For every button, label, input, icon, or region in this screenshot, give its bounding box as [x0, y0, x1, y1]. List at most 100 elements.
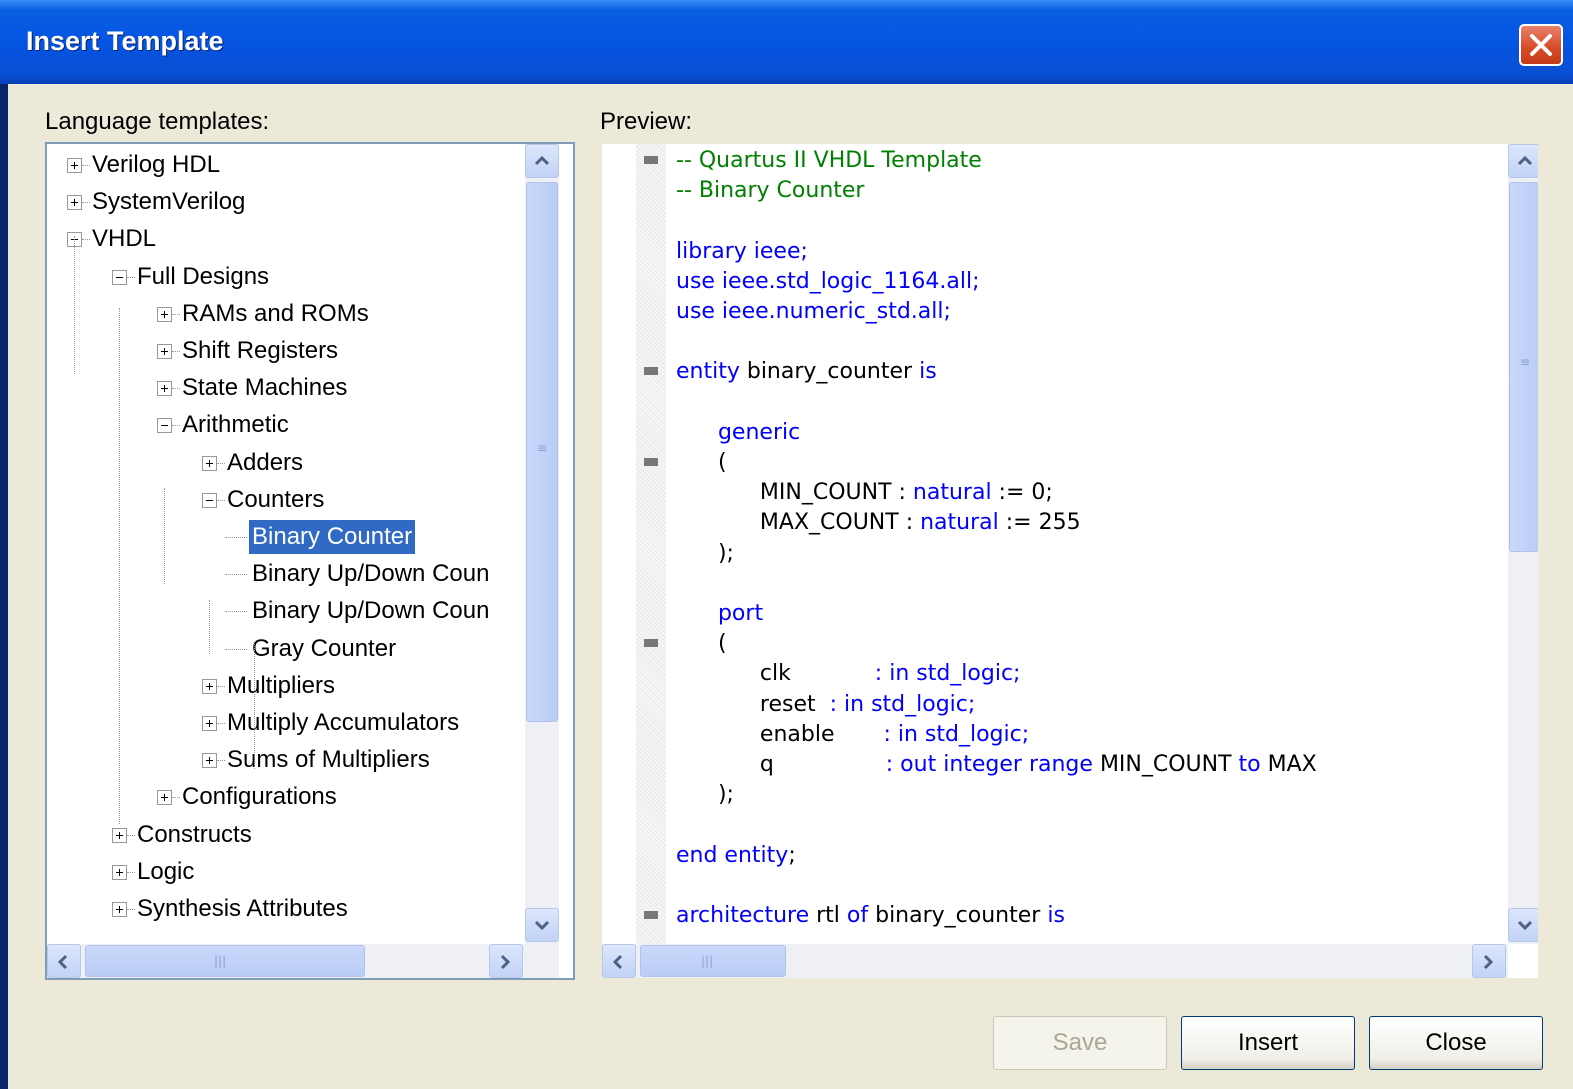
tree-item[interactable]: VHDL: [47, 222, 523, 256]
tree-item-label: Binary Up/Down Coun: [252, 560, 490, 588]
tree-item-label: Binary Up/Down Coun: [252, 597, 490, 625]
tree-horizontal-scrollbar[interactable]: |||: [47, 944, 559, 978]
tree-scroll-thumb[interactable]: ≡: [526, 182, 558, 722]
code-token: to: [1238, 752, 1268, 777]
tree-item-label: Configurations: [182, 783, 337, 811]
expand-icon[interactable]: [112, 902, 127, 917]
template-tree[interactable]: Verilog HDL SystemVerilog VHDL Full Designs…: [45, 142, 575, 980]
collapse-icon[interactable]: [202, 492, 217, 508]
fold-toggle-icon[interactable]: [644, 458, 658, 466]
tree-scroll-down-button[interactable]: [525, 908, 559, 942]
code-token: use ieee.numeric_std.all;: [676, 299, 951, 324]
tree-item-label: Arithmetic: [182, 411, 289, 439]
code-line: (: [676, 448, 727, 478]
fold-toggle-icon[interactable]: [644, 639, 658, 648]
preview-panel[interactable]: -- Quartus II VHDL Template -- Binary Cou…: [600, 142, 1540, 980]
code-editor[interactable]: -- Quartus II VHDL Template -- Binary Cou…: [636, 144, 1508, 944]
tree-item[interactable]: Synthesis Attributes: [47, 892, 523, 926]
preview-scroll-up-button[interactable]: [1508, 144, 1538, 178]
preview-hscroll-thumb[interactable]: |||: [640, 945, 786, 977]
code-token: := 0;: [991, 480, 1053, 506]
tree-scroll-right-button[interactable]: [489, 944, 523, 978]
save-button[interactable]: Save: [993, 1016, 1167, 1070]
code-token: port: [717, 601, 764, 626]
code-line: -- Binary Counter: [676, 176, 864, 206]
code-token: );: [676, 540, 734, 566]
code-line: reset : in std_logic;: [676, 690, 975, 720]
dialog-title: Insert Template: [26, 26, 224, 56]
code-token: natural: [920, 510, 999, 536]
code-line: MIN_COUNT : natural := 0;: [676, 478, 1053, 508]
preview-scroll-right-button[interactable]: [1472, 944, 1506, 978]
preview-scroll-thumb[interactable]: ≡: [1509, 182, 1538, 552]
tree-guide-line: [254, 644, 255, 769]
tree-item[interactable]: Verilog HDL: [47, 148, 523, 182]
fold-toggle-icon[interactable]: [644, 156, 658, 164]
tree-connector: [225, 537, 247, 538]
tree-connector: [225, 648, 247, 650]
close-button[interactable]: Close: [1369, 1016, 1543, 1070]
collapse-icon[interactable]: [112, 269, 127, 285]
code-token: MIN_COUNT :: [676, 480, 913, 506]
code-line: architecture rtl of binary_counter is: [676, 901, 1065, 931]
expand-icon[interactable]: [202, 753, 217, 769]
code-line: library ieee;: [676, 237, 808, 267]
fold-toggle-icon[interactable]: [644, 911, 658, 919]
tree-guide-line: [74, 236, 75, 374]
close-icon: [1530, 34, 1552, 56]
preview-vertical-scrollbar[interactable]: ≡: [1508, 144, 1538, 944]
code-line: q : out integer range MIN_COUNT to MAX: [676, 750, 1317, 780]
tree-connector: [225, 574, 247, 576]
preview-scroll-down-button[interactable]: [1508, 908, 1538, 942]
tree-scroll-left-button[interactable]: [47, 944, 81, 978]
scroll-left-icon: [612, 954, 623, 970]
expand-icon[interactable]: [67, 195, 82, 211]
tree-guide-line: [119, 308, 120, 824]
tree-item[interactable]: Full Designs: [47, 260, 523, 294]
preview-horizontal-scrollbar[interactable]: |||: [602, 944, 1508, 978]
fold-toggle-icon[interactable]: [644, 367, 658, 376]
expand-icon[interactable]: [157, 306, 172, 322]
expand-icon[interactable]: [202, 716, 217, 731]
scroll-up-icon: [1517, 155, 1533, 166]
fold-gutter: [636, 144, 666, 944]
code-token: use ieee.std_logic_1164.all;: [676, 268, 980, 294]
tree-item-label: Synthesis Attributes: [137, 895, 348, 922]
title-bar[interactable]: Insert Template: [0, 0, 1573, 84]
code-token: binary_counter: [875, 903, 1048, 928]
tree-hscroll-thumb[interactable]: |||: [85, 945, 365, 977]
tree-item[interactable]: Logic: [47, 855, 523, 889]
code-token: reset: [676, 691, 830, 717]
code-token: clk: [676, 661, 875, 687]
code-line: enable : in std_logic;: [676, 720, 1029, 750]
expand-icon[interactable]: [157, 790, 172, 806]
code-token: architecture: [676, 903, 817, 928]
insert-button[interactable]: Insert: [1181, 1016, 1355, 1070]
expand-icon[interactable]: [202, 455, 217, 471]
code-token: -- Binary Counter: [676, 178, 865, 204]
tree-scroll-up-button[interactable]: [525, 144, 559, 178]
collapse-icon[interactable]: [157, 418, 172, 434]
expand-icon[interactable]: [112, 864, 127, 880]
tree-item-label: VHDL: [92, 225, 157, 253]
expand-icon[interactable]: [157, 381, 172, 397]
code-token: MIN_COUNT: [1099, 752, 1239, 777]
preview-scroll-left-button[interactable]: [602, 944, 636, 978]
tree-item-label: State Machines: [182, 374, 348, 402]
code-token: generic: [717, 419, 801, 445]
code-token: : in std_logic;: [829, 691, 976, 717]
dialog-body: Language templates: Preview: Verilog HDL…: [8, 84, 1573, 1089]
tree-item[interactable]: SystemVerilog: [47, 185, 523, 219]
expand-icon[interactable]: [67, 158, 82, 173]
code-token: : in std_logic;: [883, 721, 1030, 747]
expand-icon[interactable]: [112, 827, 127, 843]
tree-vertical-scrollbar[interactable]: ≡: [525, 144, 559, 944]
code-token: : out integer range: [885, 752, 1100, 777]
expand-icon[interactable]: [202, 678, 217, 694]
code-token: rtl: [816, 903, 847, 928]
code-token: is: [1047, 903, 1065, 928]
close-window-button[interactable]: [1519, 24, 1563, 66]
expand-icon[interactable]: [157, 344, 172, 359]
